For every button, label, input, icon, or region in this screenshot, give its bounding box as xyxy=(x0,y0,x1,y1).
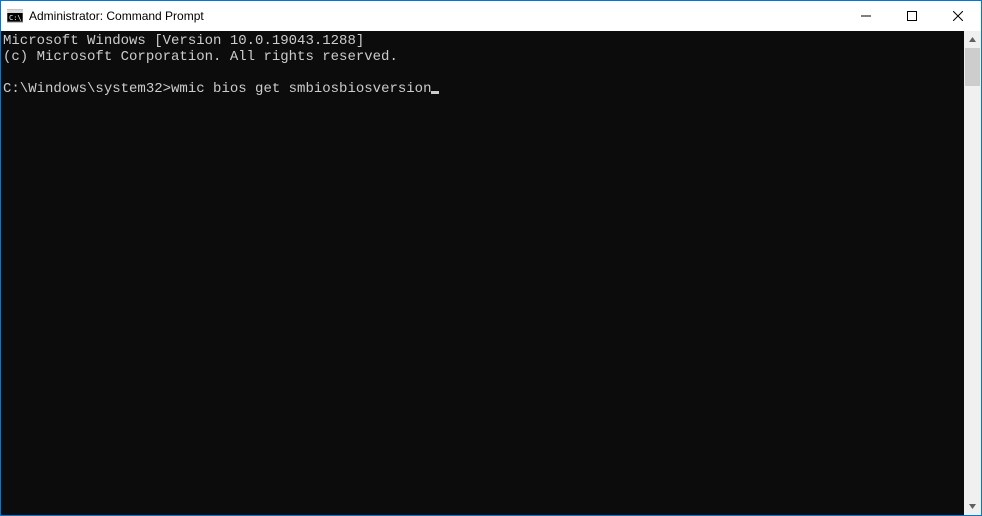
window-title: Administrator: Command Prompt xyxy=(29,9,204,23)
text-cursor xyxy=(431,91,439,94)
terminal-line: (c) Microsoft Corporation. All rights re… xyxy=(3,49,398,65)
scrollbar-track[interactable] xyxy=(964,48,981,498)
command-text: wmic bios get smbiosbiosversion xyxy=(171,81,431,97)
svg-text:C:\: C:\ xyxy=(9,14,22,22)
titlebar[interactable]: C:\ Administrator: Command Prompt xyxy=(1,1,981,31)
window-controls xyxy=(843,1,981,31)
terminal-output[interactable]: Microsoft Windows [Version 10.0.19043.12… xyxy=(1,31,964,515)
terminal-prompt-line: C:\Windows\system32>wmic bios get smbios… xyxy=(3,81,439,97)
prompt-text: C:\Windows\system32> xyxy=(3,81,171,97)
scrollbar-thumb[interactable] xyxy=(965,48,980,86)
scroll-down-button[interactable] xyxy=(964,498,981,515)
minimize-button[interactable] xyxy=(843,1,889,31)
command-prompt-window: C:\ Administrator: Command Prompt Micros… xyxy=(0,0,982,516)
terminal-line: Microsoft Windows [Version 10.0.19043.12… xyxy=(3,33,364,49)
vertical-scrollbar[interactable] xyxy=(964,31,981,515)
cmd-icon: C:\ xyxy=(7,8,23,24)
close-button[interactable] xyxy=(935,1,981,31)
scroll-up-button[interactable] xyxy=(964,31,981,48)
maximize-button[interactable] xyxy=(889,1,935,31)
client-area: Microsoft Windows [Version 10.0.19043.12… xyxy=(1,31,981,515)
